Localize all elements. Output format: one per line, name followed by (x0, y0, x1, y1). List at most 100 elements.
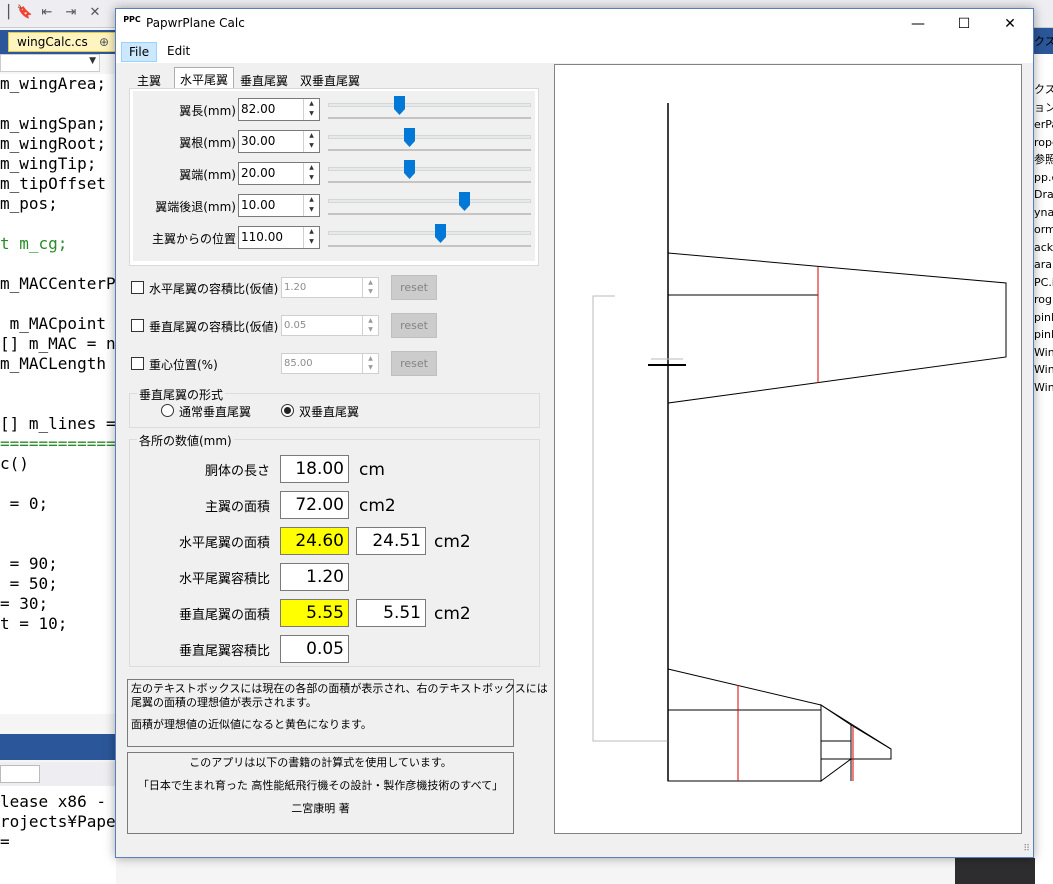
pin-icon[interactable]: ⊕ (99, 35, 109, 49)
solution-explorer-item[interactable]: Wing (1034, 362, 1053, 378)
output-line: = (0, 832, 10, 851)
vtail-area-unit: cm2 (434, 604, 471, 624)
code-line: = 50; (0, 574, 58, 593)
tab-vertical-tail[interactable]: 垂直尾翼 (234, 70, 294, 88)
code-line: ============ (0, 434, 116, 453)
spin-up-icon[interactable]: ▲ (304, 195, 319, 205)
solution-explorer-item[interactable]: Wing (1034, 380, 1053, 396)
spin-down-icon: ▼ (368, 326, 373, 333)
option-checkbox[interactable] (131, 319, 144, 332)
ide-editor-tab[interactable]: wingCalc.cs ⊕ (8, 32, 116, 52)
solution-explorer-item[interactable]: pp.c (1034, 170, 1053, 186)
slider-tick-bar (328, 117, 531, 119)
credits-note: このアプリは以下の書籍の計算式を使用しています。 「日本で生まれ育った 高性能紙… (127, 752, 514, 834)
maximize-button[interactable]: ☐ (941, 9, 987, 39)
solution-explorer-item[interactable]: pinB (1034, 327, 1053, 343)
spin-down-icon[interactable]: ▼ (304, 205, 319, 215)
solution-explorer-item[interactable]: PC.i (1034, 275, 1053, 291)
bookmark-clear-icon[interactable]: ✕ (86, 4, 104, 22)
param-input-value: 110.00 (241, 230, 283, 244)
menu-file[interactable]: File (121, 42, 158, 62)
bookmark-next-icon[interactable]: ⇥ (62, 4, 80, 22)
param-input-value: 82.00 (241, 102, 276, 116)
tab-horizontal-tail[interactable]: 水平尾翼 (174, 67, 235, 89)
bookmark-prev-icon[interactable]: ⇤ (38, 4, 56, 22)
solution-explorer-item[interactable]: pinB (1034, 310, 1053, 326)
solution-explorer-item[interactable]: 参照 (1034, 152, 1053, 168)
close-button[interactable]: ✕ (987, 9, 1033, 39)
solution-explorer-item[interactable]: Wing (1034, 345, 1053, 361)
spin-down-icon[interactable]: ▼ (304, 237, 319, 247)
spin-buttons: ▲ ▼ (303, 163, 319, 184)
htail-area-label: 水平尾翼の面積 (178, 536, 270, 551)
output-source-dropdown[interactable] (0, 765, 40, 783)
param-slider[interactable] (328, 231, 531, 235)
credits-author: 二宮康明 著 (291, 802, 350, 815)
param-input[interactable]: 30.00 ▲ ▼ (238, 130, 320, 153)
solution-explorer-item[interactable]: ack (1034, 240, 1053, 256)
credits-book-title: 「日本で生まれ育った 高性能紙飛行機その設計・製作彦機技術のすべて」 (137, 779, 504, 792)
param-slider[interactable] (328, 199, 531, 203)
slider-tick-bar (328, 181, 531, 183)
radio-normal-vtail-label: 通常垂直尾翼 (179, 405, 252, 419)
spin-down-icon: ▼ (368, 364, 373, 371)
slider-thumb[interactable] (434, 224, 446, 243)
info-note: 左のテキストボックスには現在の各部の面積が表示され、右のテキストボックスには 尾… (127, 679, 548, 747)
title-bar[interactable]: PPC PapwrPlane Calc — ☐ ✕ (116, 9, 1033, 39)
radio-twin-vtail[interactable] (281, 404, 294, 417)
code-line: m_pos; (0, 194, 58, 213)
slider-thumb[interactable] (394, 96, 406, 115)
spin-down-icon[interactable]: ▼ (304, 173, 319, 183)
info-note-line: 尾翼の面積の理想値が表示されます。 (131, 696, 317, 709)
spin-buttons: ▲ ▼ (362, 316, 378, 335)
bookmark-icon[interactable]: 🔖 (16, 4, 34, 22)
spin-buttons: ▲ ▼ (303, 195, 319, 216)
spin-down-icon[interactable]: ▼ (304, 109, 319, 119)
spin-up-icon[interactable]: ▲ (304, 163, 319, 173)
option-label: 垂直尾翼の容積比(仮値) (149, 320, 279, 334)
fuselage-length-value: 18.00 (280, 455, 349, 483)
spin-up-icon[interactable]: ▲ (304, 99, 319, 109)
solution-explorer-item[interactable]: orm (1034, 222, 1053, 238)
solution-explorer-item[interactable]: Draw (1034, 187, 1053, 203)
slider-thumb[interactable] (459, 192, 470, 211)
param-input[interactable]: 82.00 ▲ ▼ (238, 98, 320, 121)
slider-thumb[interactable] (404, 160, 416, 179)
option-checkbox[interactable] (131, 281, 144, 294)
param-input-value: 10.00 (241, 198, 276, 212)
param-slider[interactable] (328, 167, 531, 171)
param-input[interactable]: 10.00 ▲ ▼ (238, 194, 320, 217)
slider-tick-bar (328, 213, 531, 215)
solution-explorer-item[interactable]: aran (1034, 257, 1053, 273)
spin-buttons: ▲ ▼ (362, 354, 378, 373)
solution-explorer-item[interactable]: ynan (1034, 205, 1053, 221)
param-slider[interactable] (328, 135, 531, 139)
spin-up-icon[interactable]: ▲ (304, 227, 319, 237)
ide-member-dropdown[interactable]: ▼ (0, 54, 100, 72)
param-input[interactable]: 20.00 ▲ ▼ (238, 162, 320, 185)
code-line: [] m_lines = (0, 414, 116, 433)
spin-up-icon[interactable]: ▲ (304, 131, 319, 141)
menu-edit[interactable]: Edit (160, 42, 197, 62)
reset-button: reset (391, 275, 437, 300)
tab-main-wing[interactable]: 主翼 (131, 70, 167, 88)
solution-explorer-item[interactable]: ョン (1034, 100, 1053, 116)
minimize-button[interactable]: — (895, 9, 941, 39)
solution-explorer-item[interactable]: rog (1034, 292, 1052, 308)
param-input[interactable]: 110.00 ▲ ▼ (238, 226, 320, 249)
resize-grip-icon[interactable]: ⠿ (1023, 844, 1030, 854)
code-line: = 90; (0, 554, 58, 573)
slider-thumb[interactable] (404, 128, 416, 147)
code-editor[interactable]: m_wingArea; m_wingSpan; m_wingRoot; m_wingT… (0, 74, 116, 714)
solution-explorer-item[interactable]: クス (1034, 82, 1053, 98)
code-line: = 0; (0, 494, 49, 513)
radio-normal-vtail[interactable] (161, 404, 174, 417)
solution-explorer-item[interactable]: クス (1034, 34, 1053, 50)
solution-explorer-item[interactable]: erPa (1034, 117, 1053, 133)
param-slider[interactable] (328, 103, 531, 107)
spin-buttons: ▲ ▼ (303, 227, 319, 248)
tab-twin-vertical-tail[interactable]: 双垂直尾翼 (294, 70, 366, 88)
spin-down-icon[interactable]: ▼ (304, 141, 319, 151)
solution-explorer-item[interactable]: rope (1034, 135, 1053, 151)
option-checkbox[interactable] (131, 357, 144, 370)
